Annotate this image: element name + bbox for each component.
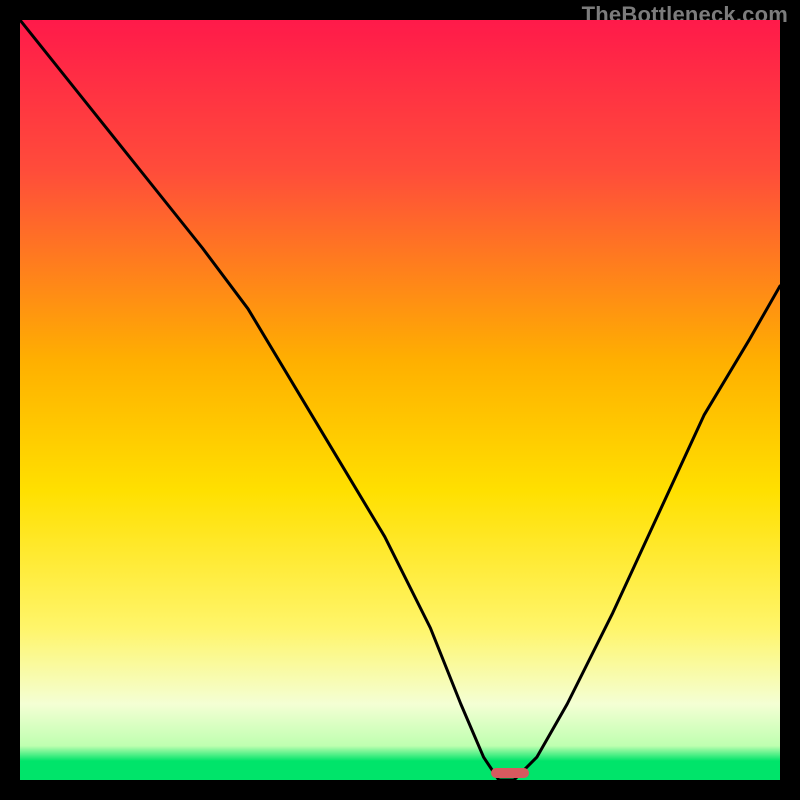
optimal-range-marker <box>491 768 529 778</box>
bottleneck-curve <box>20 20 780 780</box>
chart-frame: TheBottleneck.com <box>0 0 800 800</box>
plot-area <box>20 20 780 780</box>
